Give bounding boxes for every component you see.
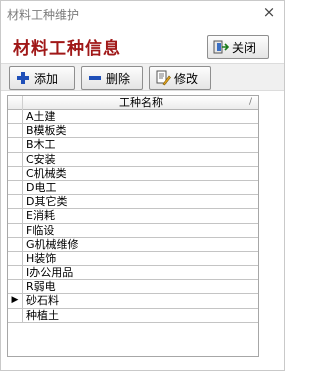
table-row[interactable]: C安装: [8, 152, 258, 167]
work-type-name-cell[interactable]: A土建: [26, 110, 56, 124]
row-indicator: [8, 251, 23, 266]
table-row[interactable]: R弱电: [8, 280, 258, 295]
row-indicator: [8, 166, 23, 180]
row-indicator: [8, 124, 23, 138]
grid-rows: A土建 B模板类 B木工 C安装 C机械类 D电工 D其它类 E消耗 F临设 G机械维修 H装饰 I办…: [8, 110, 258, 323]
table-row[interactable]: C机械类: [8, 166, 258, 181]
edit-document-icon: [155, 70, 171, 86]
row-indicator: [8, 152, 23, 166]
row-indicator: [8, 180, 23, 195]
window-close-icon[interactable]: ×: [260, 3, 278, 21]
table-row[interactable]: D电工: [8, 180, 258, 196]
table-row[interactable]: I办公用品: [8, 266, 258, 281]
row-indicator: [8, 138, 23, 152]
row-indicator: [8, 209, 23, 223]
exit-door-icon: [213, 39, 230, 55]
row-indicator: ▶: [8, 294, 23, 308]
column-header-work-type-name[interactable]: 工种名称: [24, 96, 258, 110]
plus-icon: [15, 70, 31, 86]
row-indicator: [8, 110, 23, 124]
work-type-name-cell[interactable]: I办公用品: [26, 266, 73, 280]
table-row[interactable]: A土建: [8, 110, 258, 125]
header-panel: 材料工种信息 关闭: [1, 27, 284, 63]
work-type-name-cell[interactable]: E消耗: [26, 209, 55, 223]
work-type-name-cell[interactable]: B木工: [26, 138, 56, 152]
edit-button[interactable]: 修改: [149, 66, 211, 90]
table-row[interactable]: G机械维修: [8, 237, 258, 252]
work-type-name-cell[interactable]: 种植土: [26, 309, 59, 323]
table-row[interactable]: D其它类: [8, 195, 258, 210]
grid-header: 工种名称 /: [8, 96, 258, 110]
edit-button-label: 修改: [174, 71, 199, 86]
work-type-name-cell[interactable]: D其它类: [26, 195, 67, 209]
work-type-name-cell[interactable]: G机械维修: [26, 238, 79, 252]
table-row[interactable]: F临设: [8, 223, 258, 238]
work-type-name-cell[interactable]: F临设: [26, 224, 54, 238]
row-indicator: [8, 308, 23, 322]
add-button-label: 添加: [34, 71, 59, 86]
work-type-name-cell[interactable]: C机械类: [26, 167, 67, 181]
toolbar: 添加 删除 修改: [1, 63, 284, 91]
row-indicator-header: [8, 96, 23, 110]
work-type-name-cell[interactable]: 砂石料: [26, 294, 59, 308]
minus-icon: [87, 70, 103, 86]
table-row[interactable]: B模板类: [8, 124, 258, 139]
close-button-label: 关闭: [232, 40, 257, 55]
delete-button[interactable]: 删除: [81, 66, 143, 90]
work-type-grid[interactable]: 工种名称 / A土建 B模板类 B木工 C安装 C机械类 D电工 D其它类 E消耗 F临设 G机械…: [7, 95, 259, 357]
window-title: 材料工种维护: [7, 8, 80, 22]
row-indicator: [8, 237, 23, 251]
work-type-name-cell[interactable]: H装饰: [26, 252, 56, 266]
delete-button-label: 删除: [106, 71, 131, 86]
table-row[interactable]: ▶ 砂石料: [8, 294, 258, 309]
material-work-type-window: 材料工种维护 × 材料工种信息 关闭 添加 删除 修改 工种名称 / A土建 B…: [0, 0, 285, 371]
row-indicator: [8, 195, 23, 209]
table-row[interactable]: E消耗: [8, 209, 258, 224]
table-row[interactable]: 种植土: [8, 308, 258, 323]
column-resize-mark: /: [248, 97, 252, 107]
page-title: 材料工种信息: [13, 39, 121, 59]
table-row[interactable]: B木工: [8, 138, 258, 153]
row-indicator: [8, 266, 23, 280]
work-type-name-cell[interactable]: R弱电: [26, 280, 56, 294]
close-button[interactable]: 关闭: [207, 35, 269, 59]
work-type-name-cell[interactable]: C安装: [26, 153, 56, 167]
add-button[interactable]: 添加: [9, 66, 75, 90]
table-row[interactable]: H装饰: [8, 251, 258, 267]
row-indicator: [8, 280, 23, 294]
work-type-name-cell[interactable]: D电工: [26, 181, 56, 195]
work-type-name-cell[interactable]: B模板类: [26, 124, 67, 138]
row-indicator: [8, 223, 23, 237]
title-bar: 材料工种维护 ×: [1, 1, 284, 27]
